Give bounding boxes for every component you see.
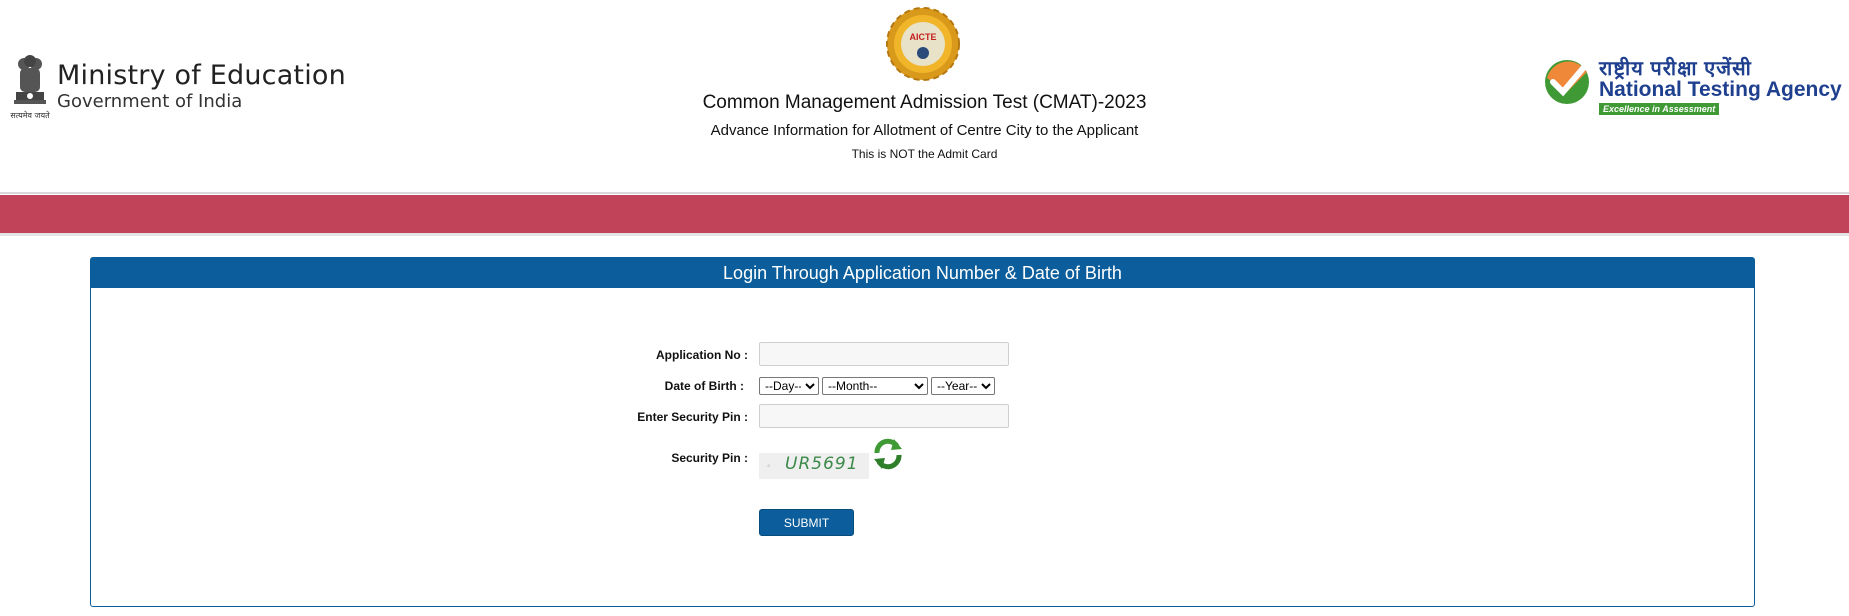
nta-logo: राष्ट्रीय परीक्षा एजेंसी National Testin… bbox=[1543, 56, 1843, 118]
login-heading: Login Through Application Number & Date … bbox=[91, 258, 1754, 288]
application-no-label: Application No : bbox=[656, 348, 748, 362]
captcha-image: ◦ UR5691 bbox=[759, 453, 869, 479]
ministry-title: Ministry of Education bbox=[57, 60, 346, 91]
divider bbox=[0, 192, 1849, 194]
dob-label: Date of Birth : bbox=[664, 379, 744, 393]
nta-name: National Testing Agency bbox=[1599, 78, 1842, 101]
enter-security-pin-label: Enter Security Pin : bbox=[637, 410, 748, 424]
application-no-input[interactable] bbox=[759, 342, 1009, 366]
aicte-logo-text: AICTE bbox=[910, 32, 937, 42]
admit-card-note: This is NOT the Admit Card bbox=[851, 147, 998, 161]
page-header: सत्यमेव जयते Ministry of Education Gover… bbox=[0, 0, 1849, 192]
security-pin-label: Security Pin : bbox=[671, 451, 748, 465]
color-band bbox=[0, 195, 1849, 233]
login-panel: Login Through Application Number & Date … bbox=[90, 257, 1755, 607]
dob-month-select[interactable]: --Month-- bbox=[822, 377, 928, 395]
aicte-logo: AICTE bbox=[886, 7, 960, 81]
nta-hindi-name: राष्ट्रीय परीक्षा एजेंसी bbox=[1599, 58, 1752, 80]
nta-check-icon bbox=[1545, 60, 1589, 104]
captcha-text: UR5691 bbox=[785, 454, 859, 474]
security-pin-input[interactable] bbox=[759, 404, 1009, 428]
dob-day-select[interactable]: --Day-- bbox=[759, 377, 819, 395]
submit-button[interactable]: SUBMIT bbox=[759, 509, 854, 536]
refresh-icon[interactable] bbox=[872, 437, 904, 471]
dob-year-select[interactable]: --Year-- bbox=[931, 377, 995, 395]
captcha-noise: ◦ bbox=[767, 461, 771, 472]
divider bbox=[0, 233, 1849, 236]
exam-subtitle: Advance Information for Allotment of Cen… bbox=[710, 122, 1139, 139]
nta-tagline: Excellence in Assessment bbox=[1599, 103, 1720, 115]
